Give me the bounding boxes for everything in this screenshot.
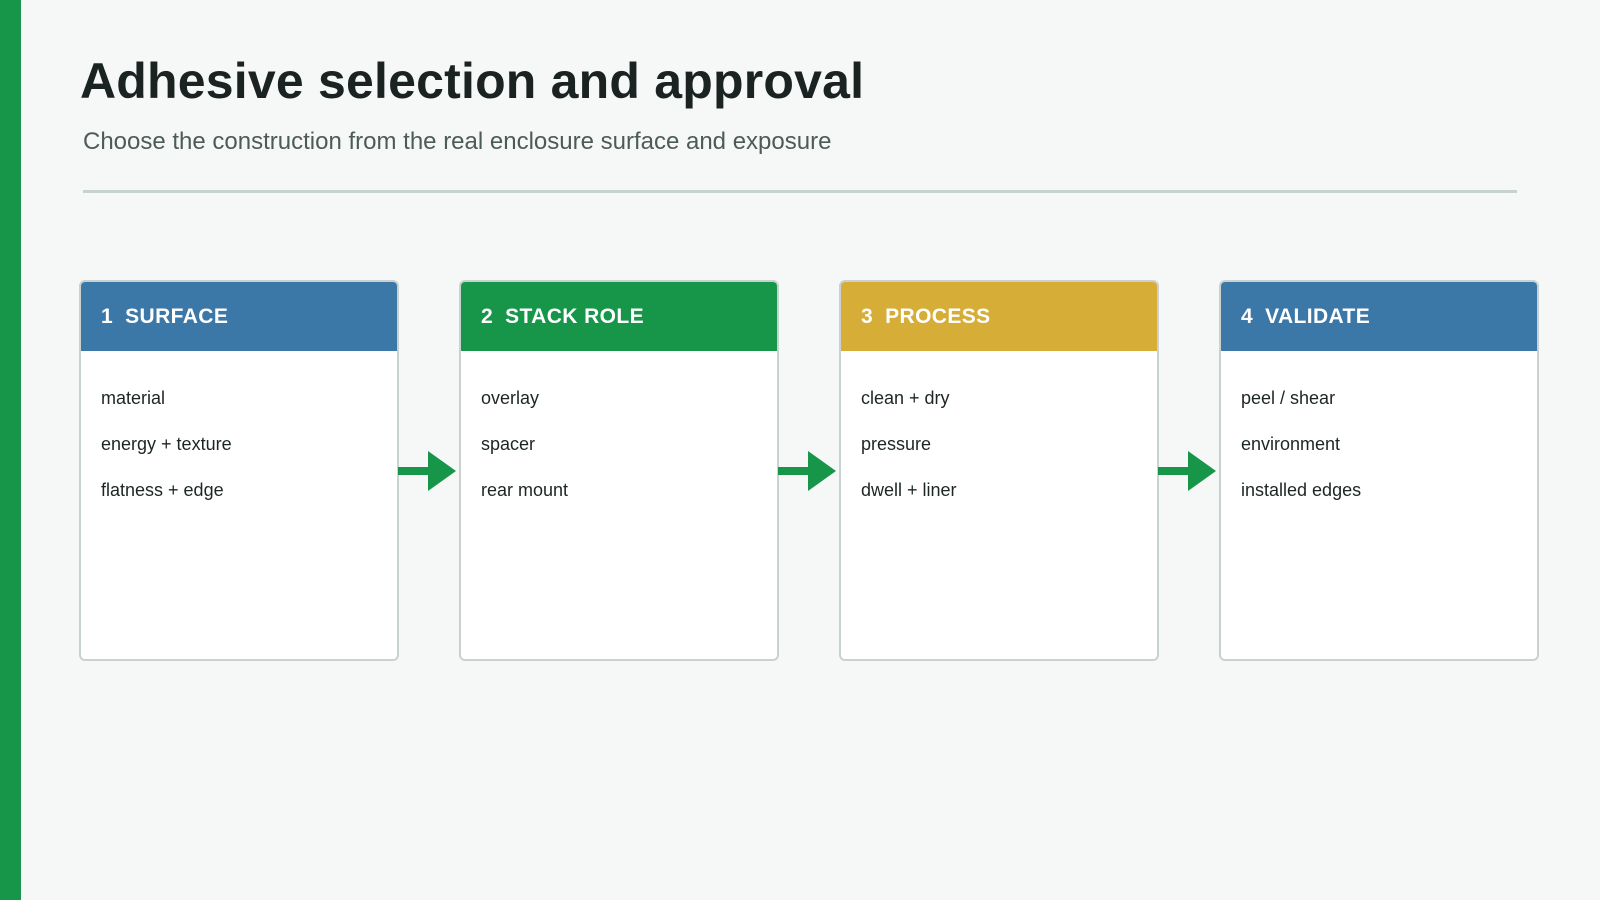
- step-item: spacer: [481, 434, 536, 454]
- step-item: peel / shear: [1241, 388, 1336, 408]
- page-title: Adhesive selection and approval: [80, 53, 865, 109]
- step-label: STACK ROLE: [505, 304, 645, 328]
- step-number: 1: [101, 304, 114, 328]
- step-item-list: peel / shear environment installed edges: [1221, 351, 1537, 501]
- left-accent-bar: [0, 0, 21, 900]
- step-item: flatness + edge: [101, 480, 224, 500]
- step-item-list: overlay spacer rear mount: [461, 351, 777, 501]
- step-card-stack-role: 2 STACK ROLE overlay spacer rear mount: [459, 280, 779, 661]
- step-label: VALIDATE: [1265, 304, 1371, 328]
- arrow-right-icon: [1158, 451, 1216, 491]
- step-item: dwell + liner: [861, 480, 957, 500]
- arrow-right-icon: [398, 451, 456, 491]
- step-item-list: clean + dry pressure dwell + liner: [841, 351, 1157, 501]
- step-item: clean + dry: [861, 388, 950, 408]
- step-card-process: 3 PROCESS clean + dry pressure dwell + l…: [839, 280, 1159, 661]
- step-label: PROCESS: [885, 304, 991, 328]
- step-header-surface: 1 SURFACE: [81, 282, 397, 351]
- step-number: 3: [861, 304, 874, 328]
- step-label: SURFACE: [125, 304, 229, 328]
- step-card-validate: 4 VALIDATE peel / shear environment inst…: [1219, 280, 1539, 661]
- step-header-validate: 4 VALIDATE: [1221, 282, 1537, 351]
- step-item: energy + texture: [101, 434, 232, 454]
- step-header-stack-role: 2 STACK ROLE: [461, 282, 777, 351]
- arrow-right-icon: [778, 451, 836, 491]
- step-item-list: material energy + texture flatness + edg…: [81, 351, 397, 501]
- header-divider: [83, 190, 1517, 193]
- step-item: overlay: [481, 388, 540, 408]
- step-number: 4: [1241, 304, 1254, 328]
- step-header-process: 3 PROCESS: [841, 282, 1157, 351]
- page-subtitle: Choose the construction from the real en…: [83, 128, 832, 155]
- step-item: installed edges: [1241, 480, 1362, 500]
- step-card-surface: 1 SURFACE material energy + texture flat…: [79, 280, 399, 661]
- step-item: pressure: [861, 434, 932, 454]
- step-item: material: [101, 388, 166, 408]
- step-number: 2: [481, 304, 494, 328]
- step-item: rear mount: [481, 480, 569, 500]
- step-item: environment: [1241, 434, 1341, 454]
